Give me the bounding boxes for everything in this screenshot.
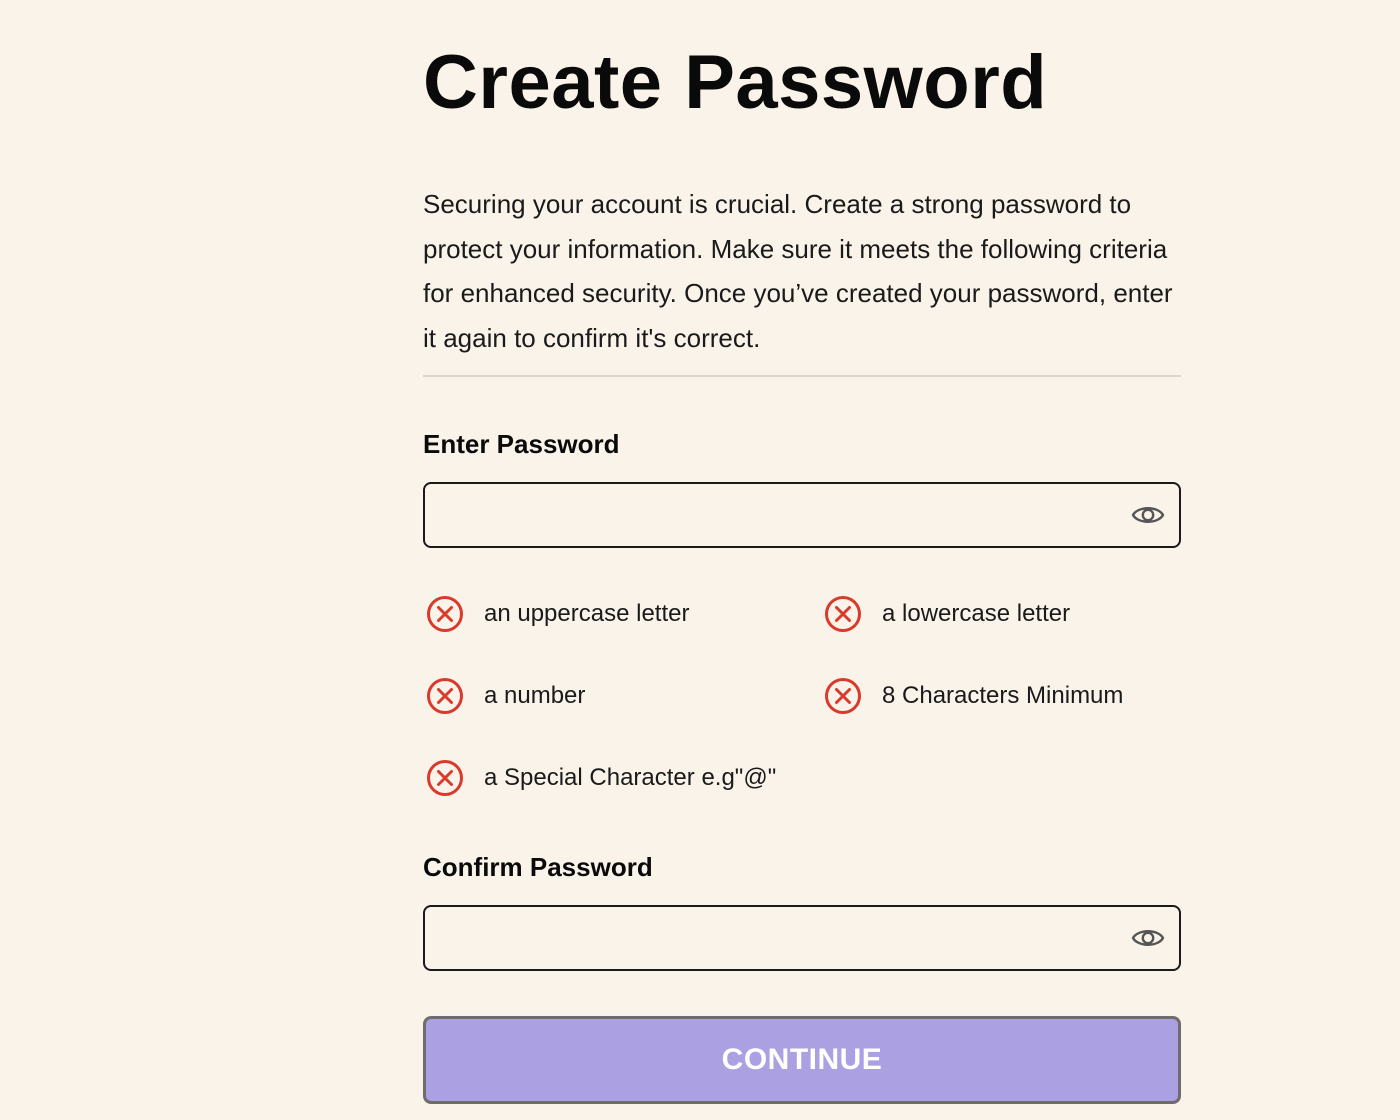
divider bbox=[423, 375, 1181, 377]
confirm-password-field[interactable] bbox=[423, 905, 1181, 971]
criterion-label: an uppercase letter bbox=[484, 600, 690, 627]
criterion-label: 8 Characters Minimum bbox=[882, 682, 1124, 709]
criterion-label: a Special Character e.g"@" bbox=[484, 764, 777, 791]
criterion-label: a lowercase letter bbox=[882, 600, 1071, 627]
x-circle-icon bbox=[427, 678, 463, 714]
criterion-label: a number bbox=[484, 682, 586, 709]
x-circle-icon bbox=[825, 678, 861, 714]
x-circle-icon bbox=[825, 596, 861, 632]
criterion-special-character: a Special Character e.g"@" bbox=[425, 758, 776, 798]
confirm-password-label: Confirm Password bbox=[423, 852, 653, 882]
criterion-lowercase: a lowercase letter bbox=[823, 594, 1070, 634]
continue-button[interactable]: CONTINUE bbox=[423, 1016, 1181, 1104]
password-label: Enter Password bbox=[423, 429, 620, 459]
eye-icon[interactable] bbox=[1131, 500, 1165, 530]
x-circle-icon bbox=[427, 596, 463, 632]
criterion-min-length: 8 Characters Minimum bbox=[823, 676, 1123, 716]
criterion-uppercase: an uppercase letter bbox=[425, 594, 689, 634]
page-title: Create Password bbox=[423, 40, 1048, 125]
password-input[interactable] bbox=[425, 484, 1105, 546]
intro-text: Securing your account is crucial. Create… bbox=[423, 189, 1173, 353]
password-field[interactable] bbox=[423, 482, 1181, 548]
eye-icon[interactable] bbox=[1131, 923, 1165, 953]
criterion-number: a number bbox=[425, 676, 585, 716]
confirm-password-input[interactable] bbox=[425, 907, 1105, 969]
x-circle-icon bbox=[427, 760, 463, 796]
